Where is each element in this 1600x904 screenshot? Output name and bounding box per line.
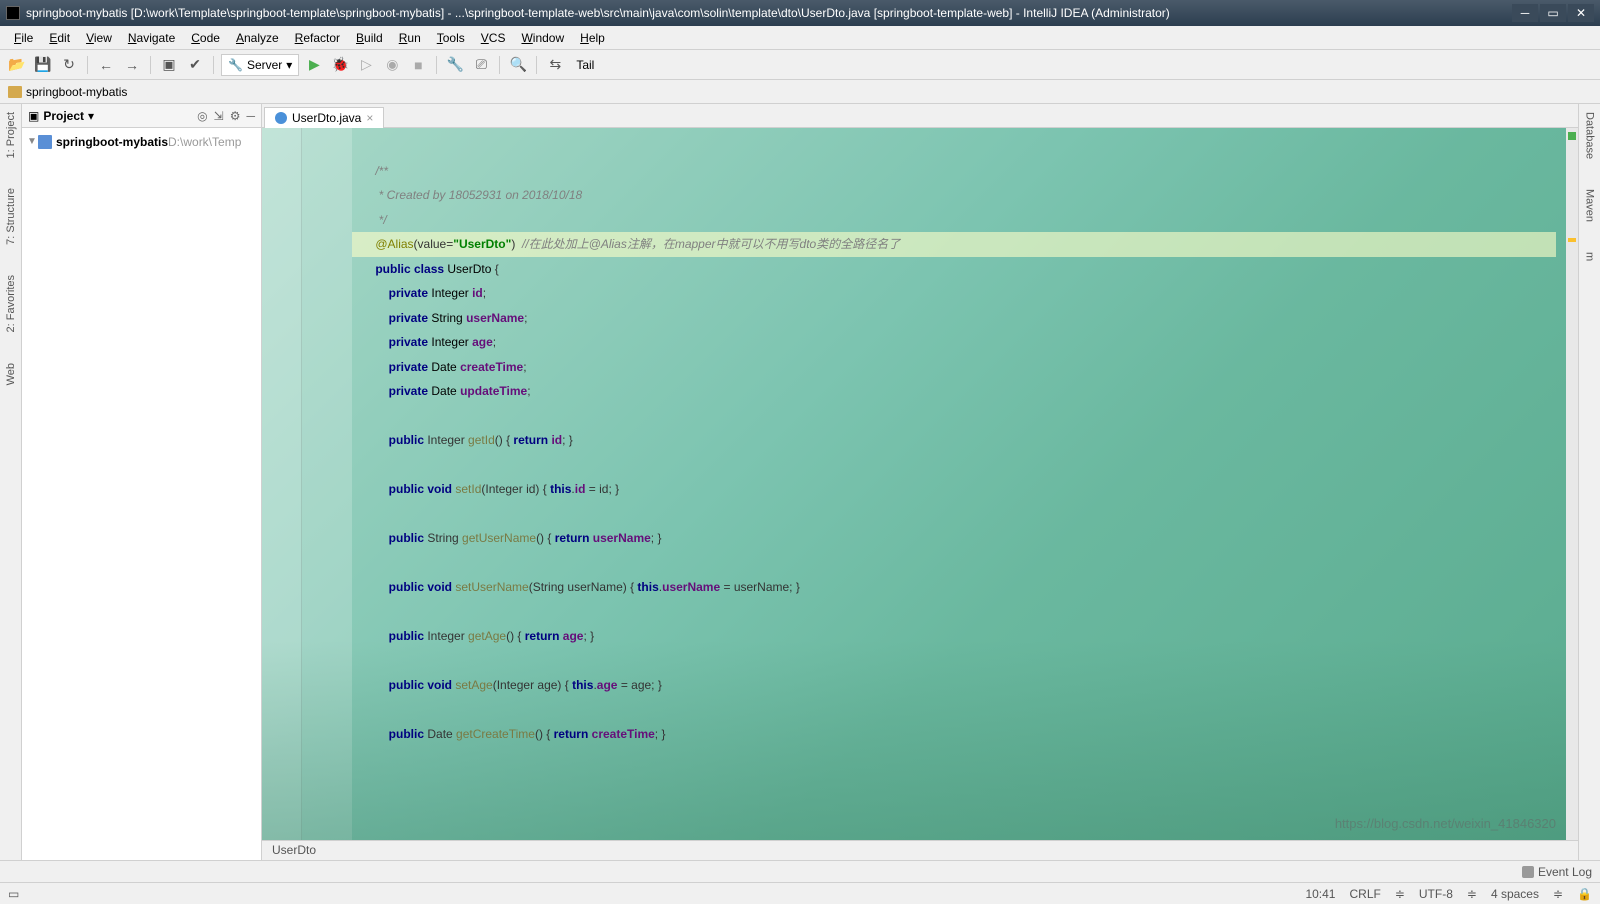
- chevron-down-icon: ▾: [286, 58, 292, 72]
- separator: [536, 56, 537, 74]
- open-icon[interactable]: 📂: [6, 54, 28, 76]
- menu-tools[interactable]: Tools: [429, 29, 473, 47]
- menu-edit[interactable]: Edit: [41, 29, 78, 47]
- menu-run[interactable]: Run: [391, 29, 429, 47]
- separator: [87, 56, 88, 74]
- server-icon: 🔧: [228, 58, 243, 72]
- scroll-marker-strip[interactable]: [1566, 128, 1578, 840]
- titlebar: springboot-mybatis [D:\work\Template\spr…: [0, 0, 1600, 26]
- menu-help[interactable]: Help: [572, 29, 613, 47]
- separator: [499, 56, 500, 74]
- left-tool-strip: 1: Project 7: Structure 2: Favorites Web: [0, 104, 22, 860]
- folder-icon: [8, 86, 22, 98]
- line-sep[interactable]: CRLF: [1349, 887, 1380, 901]
- wrench-icon[interactable]: 🔧: [444, 54, 466, 76]
- tail-label: Tail: [570, 58, 594, 72]
- back-icon[interactable]: ←: [95, 54, 117, 76]
- filter-icon[interactable]: ⇆: [544, 54, 566, 76]
- menubar: FileEditViewNavigateCodeAnalyzeRefactorB…: [0, 26, 1600, 50]
- menu-vcs[interactable]: VCS: [473, 29, 514, 47]
- editor[interactable]: /** * Created by 18052931 on 2018/10/18 …: [262, 128, 1578, 840]
- breadcrumb: springboot-mybatis: [0, 80, 1600, 104]
- menu-analyze[interactable]: Analyze: [228, 29, 287, 47]
- forward-icon[interactable]: →: [121, 54, 143, 76]
- window-title: springboot-mybatis [D:\work\Template\spr…: [26, 6, 1170, 20]
- side-tab[interactable]: 7: Structure: [5, 188, 17, 245]
- event-log-button[interactable]: Event Log: [1522, 865, 1592, 879]
- gutter: [302, 128, 352, 840]
- indent[interactable]: 4 spaces: [1491, 887, 1539, 901]
- tree-root[interactable]: ▼springboot-mybatis D:\work\Temp: [22, 132, 261, 151]
- breadcrumb-bottom[interactable]: UserDto: [262, 840, 1578, 860]
- status-left: ▭: [8, 887, 19, 901]
- code-area[interactable]: /** * Created by 18052931 on 2018/10/18 …: [352, 128, 1566, 840]
- target-icon[interactable]: ◎: [197, 109, 207, 123]
- project-tree[interactable]: ▼springboot-mybatis D:\work\Temp: [22, 128, 261, 860]
- project-panel-title: Project: [43, 109, 84, 123]
- close-button[interactable]: ✕: [1568, 4, 1594, 22]
- separator: [213, 56, 214, 74]
- separator: [436, 56, 437, 74]
- menu-refactor[interactable]: Refactor: [287, 29, 348, 47]
- right-tool-strip: Database Maven m: [1578, 104, 1600, 860]
- menu-file[interactable]: File: [6, 29, 41, 47]
- run-button[interactable]: ▶: [303, 54, 325, 76]
- menu-window[interactable]: Window: [513, 29, 572, 47]
- collapse-icon[interactable]: ⇲: [214, 109, 224, 123]
- side-tab[interactable]: Maven: [1584, 189, 1596, 222]
- side-tab[interactable]: Database: [1584, 112, 1596, 159]
- project-panel: ▣ Project ▾ ◎ ⇲ ⚙ ─ ▼springboot-mybatis …: [22, 104, 262, 860]
- debug-button[interactable]: 🐞: [329, 54, 351, 76]
- cursor-position[interactable]: 10:41: [1305, 887, 1335, 901]
- hide-icon[interactable]: ─: [246, 109, 255, 123]
- toolbar: 📂 💾 ↻ ← → ▣ ✔ 🔧 Server ▾ ▶ 🐞 ▷ ◉ ■ 🔧 ⎚ 🔍…: [0, 50, 1600, 80]
- close-tab-icon[interactable]: ×: [366, 111, 373, 125]
- editor-tab-bar: UserDto.java ×: [262, 104, 1578, 128]
- coverage-icon[interactable]: ◉: [381, 54, 403, 76]
- chevron-down-icon[interactable]: ▾: [88, 109, 94, 123]
- sync-icon[interactable]: ↻: [58, 54, 80, 76]
- side-tab[interactable]: 2: Favorites: [5, 275, 17, 332]
- maximize-button[interactable]: ▭: [1540, 4, 1566, 22]
- menu-navigate[interactable]: Navigate: [120, 29, 183, 47]
- gear-icon[interactable]: ⚙: [230, 109, 241, 123]
- check-icon[interactable]: ✔: [184, 54, 206, 76]
- struct-icon[interactable]: ⎚: [470, 54, 492, 76]
- browser-icon[interactable]: ▣: [158, 54, 180, 76]
- tab-label: UserDto.java: [292, 111, 361, 125]
- save-icon[interactable]: 💾: [32, 54, 54, 76]
- tab-userdto[interactable]: UserDto.java ×: [264, 107, 384, 128]
- run-config-dropdown[interactable]: 🔧 Server ▾: [221, 54, 299, 76]
- lock-icon[interactable]: 🔒: [1577, 887, 1592, 901]
- app-logo-icon: [6, 6, 20, 20]
- minimize-button[interactable]: ─: [1512, 4, 1538, 22]
- breadcrumb-item[interactable]: springboot-mybatis: [26, 85, 127, 99]
- project-tool-icon: ▣: [28, 109, 39, 123]
- minimap[interactable]: [262, 128, 302, 840]
- side-tab[interactable]: Web: [5, 363, 17, 385]
- statusbar: ▭ 10:41 CRLF ≑ UTF-8 ≑ 4 spaces ≑ 🔒: [0, 882, 1600, 904]
- bottom-tool-tabs: Event Log: [0, 860, 1600, 882]
- log-icon: [1522, 866, 1534, 878]
- stop-button[interactable]: ■: [407, 54, 429, 76]
- search-icon[interactable]: 🔍: [507, 54, 529, 76]
- watermark: https://blog.csdn.net/weixin_41846320: [1335, 812, 1556, 837]
- menu-code[interactable]: Code: [183, 29, 228, 47]
- side-tab[interactable]: 1: Project: [5, 112, 17, 158]
- run-grey-icon[interactable]: ▷: [355, 54, 377, 76]
- encoding[interactable]: UTF-8: [1419, 887, 1453, 901]
- menu-view[interactable]: View: [78, 29, 120, 47]
- separator: [150, 56, 151, 74]
- menu-build[interactable]: Build: [348, 29, 391, 47]
- class-icon: [275, 112, 287, 124]
- side-tab[interactable]: m: [1584, 252, 1596, 261]
